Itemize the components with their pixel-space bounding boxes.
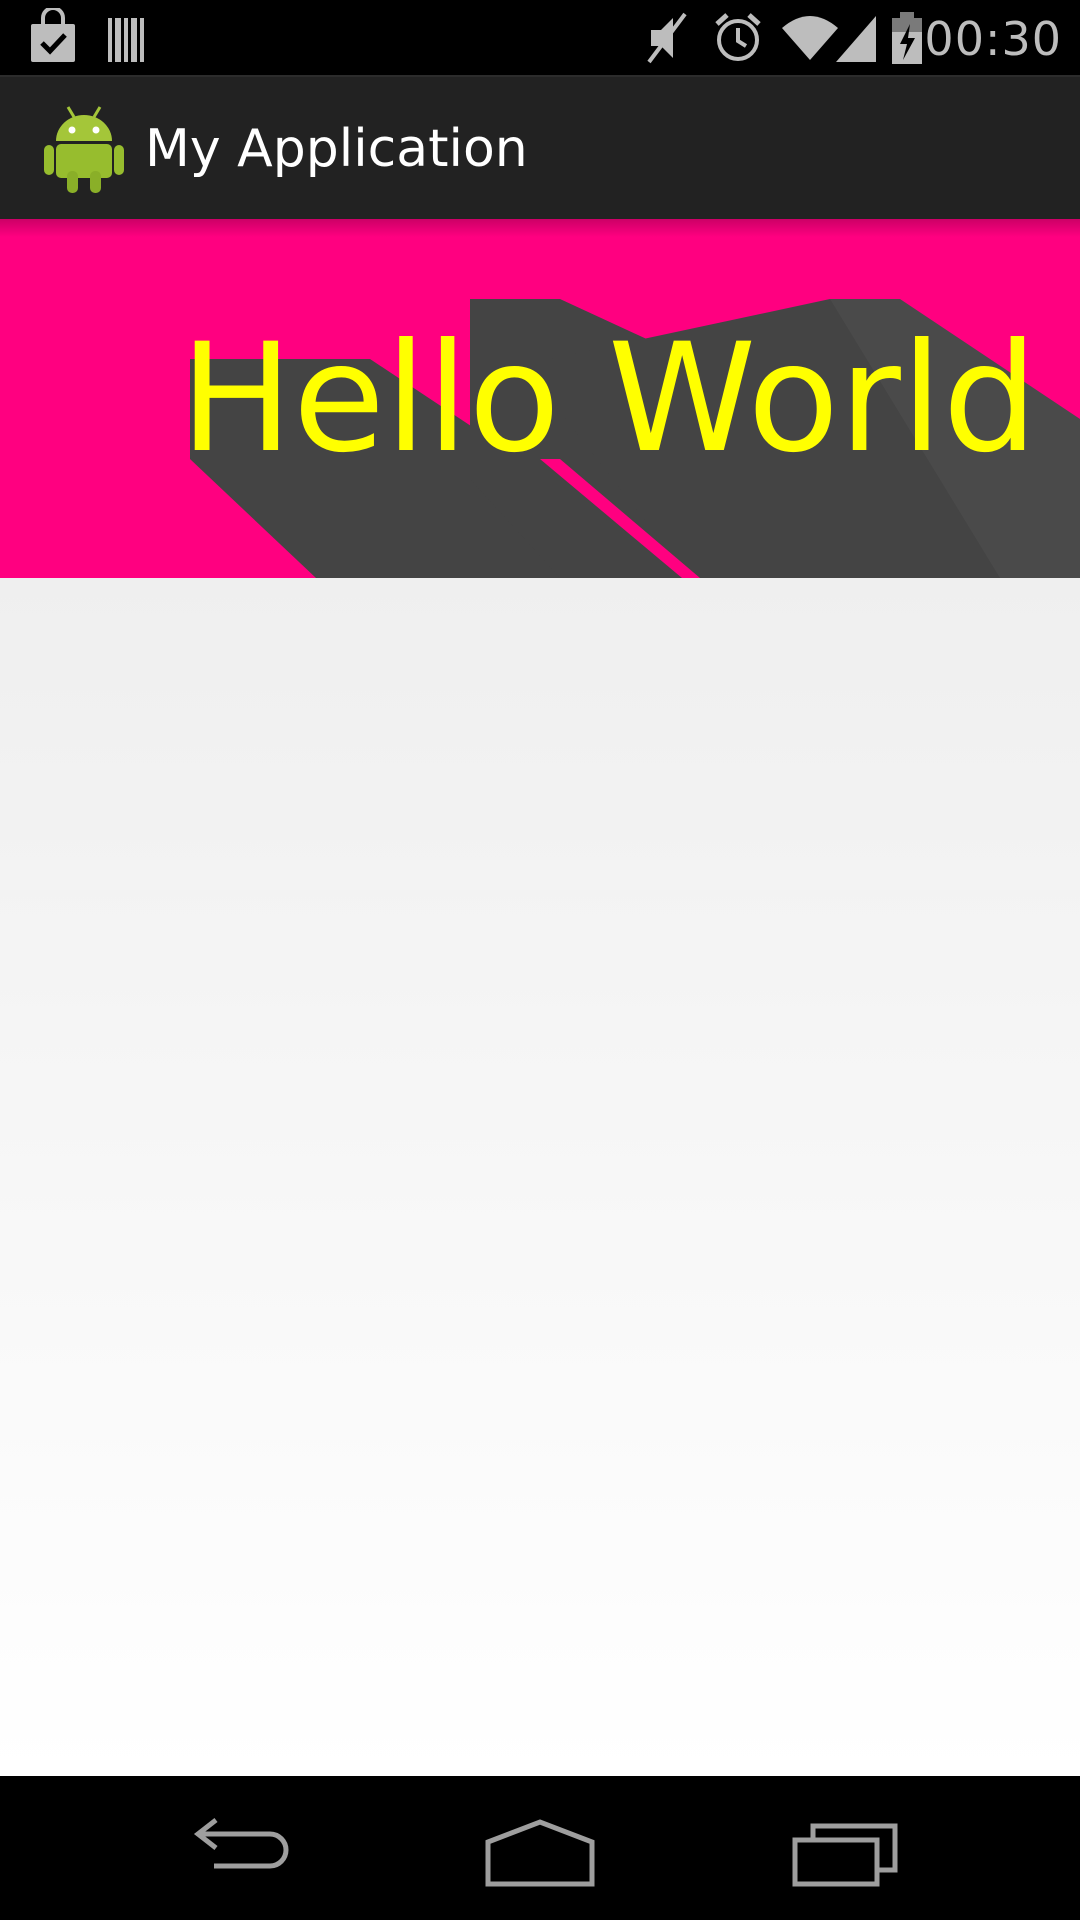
- status-clock: 00:30: [924, 12, 1062, 66]
- banner-top-shade: [0, 219, 1080, 237]
- cell-signal-icon: [834, 8, 878, 66]
- navigation-bar: [0, 1776, 1080, 1920]
- alarm-icon: [713, 8, 763, 66]
- wifi-icon: [780, 8, 840, 66]
- barcode-icon: [106, 8, 146, 66]
- phone-screen: 00:30 My Application Hello World: [0, 0, 1080, 1920]
- back-icon[interactable]: [170, 1806, 310, 1890]
- home-icon[interactable]: [470, 1806, 610, 1890]
- action-bar: My Application: [0, 75, 1080, 219]
- recents-icon[interactable]: [773, 1806, 913, 1890]
- hello-world-text: Hello World: [180, 312, 1038, 486]
- status-bar: 00:30: [0, 0, 1080, 75]
- android-robot-icon[interactable]: [42, 101, 126, 197]
- shopping-bag-check-icon: [28, 8, 78, 66]
- main-content: [0, 578, 1080, 1776]
- mute-icon: [645, 8, 691, 66]
- app-title: My Application: [145, 119, 528, 179]
- hello-banner: Hello World: [0, 219, 1080, 578]
- battery-charging-icon: [890, 8, 924, 66]
